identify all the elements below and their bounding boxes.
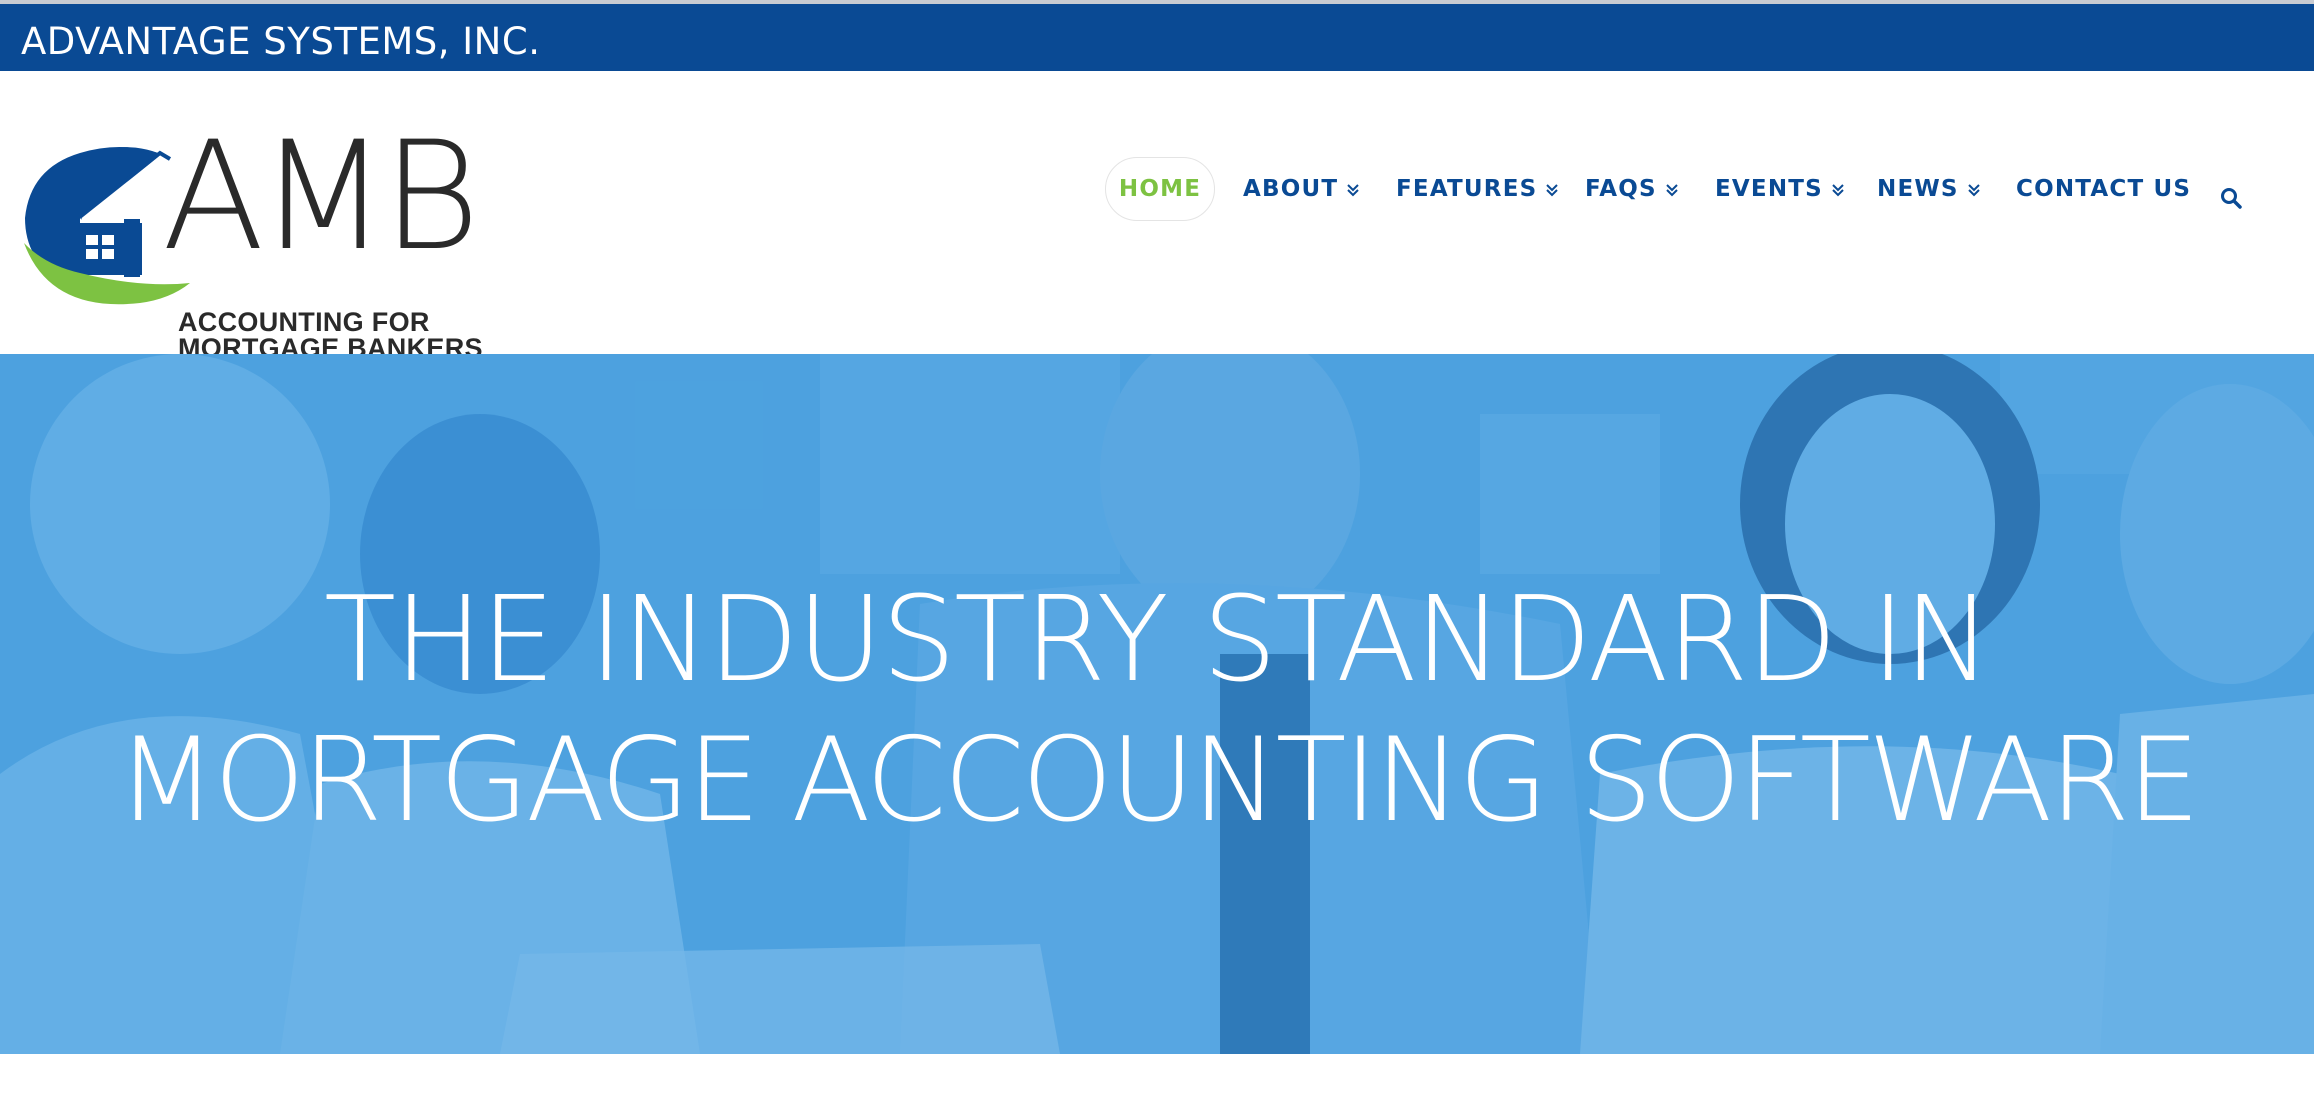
top-bar: ADVANTAGE SYSTEMS, INC. — [0, 4, 2314, 71]
nav-home[interactable]: HOME — [1105, 157, 1215, 221]
hero-title-line1: THE INDUSTRY STANDARD IN — [324, 570, 1992, 708]
nav-about-label: ABOUT — [1243, 176, 1339, 202]
nav-news[interactable]: NEWS — [1877, 157, 1981, 221]
chevron-double-down-icon — [1546, 184, 1559, 197]
page-bottom — [0, 1054, 2314, 1094]
nav-events-label: EVENTS — [1715, 176, 1823, 202]
search-icon[interactable] — [2219, 186, 2243, 210]
nav-home-label: HOME — [1118, 176, 1202, 202]
nav-faqs-label: FAQS — [1585, 176, 1657, 202]
nav-features[interactable]: FEATURES — [1396, 157, 1559, 221]
nav-contact-us-label: CONTACT US — [2016, 176, 2192, 202]
nav-events[interactable]: EVENTS — [1715, 157, 1845, 221]
nav-news-label: NEWS — [1877, 176, 1959, 202]
chevron-double-down-icon — [1832, 184, 1844, 197]
chevron-double-down-icon — [1347, 184, 1359, 197]
hero-banner: THE INDUSTRY STANDARD IN MORTGAGE ACCOUN… — [0, 354, 2314, 1054]
nav-faqs[interactable]: FAQS — [1585, 157, 1679, 221]
company-name: ADVANTAGE SYSTEMS, INC. — [21, 20, 541, 63]
nav-features-label: FEATURES — [1396, 176, 1538, 202]
hero-title: THE INDUSTRY STANDARD IN MORTGAGE ACCOUN… — [0, 568, 2314, 852]
chevron-double-down-icon — [1967, 184, 1980, 197]
hero-title-line2: MORTGAGE ACCOUNTING SOFTWARE — [116, 713, 2201, 848]
logo-tagline-line1: ACCOUNTING FOR — [178, 307, 430, 337]
nav-about[interactable]: ABOUT — [1243, 157, 1360, 221]
nav-contact-us[interactable]: CONTACT US — [2016, 157, 2191, 221]
main-nav: HOME ABOUT FEATURES FAQS EVENTS NEWS CON… — [0, 157, 2314, 221]
chevron-double-down-icon — [1666, 184, 1678, 197]
